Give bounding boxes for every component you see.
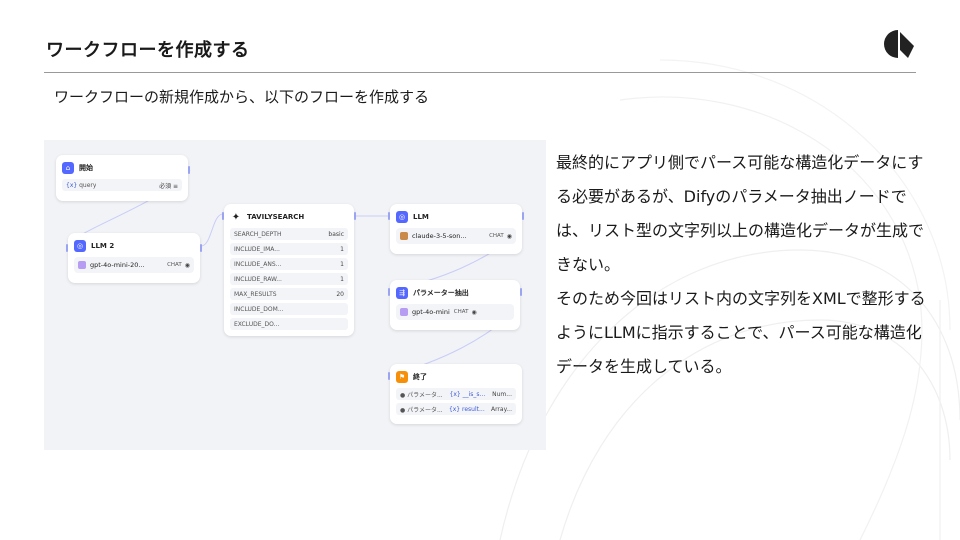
tavily-param-row: INCLUDE_IMA... 1 bbox=[230, 243, 348, 255]
tavily-input-handle[interactable] bbox=[222, 212, 224, 220]
slide-title: ワークフローを作成する bbox=[46, 40, 250, 61]
tavily-param-row: SEARCH_DEPTH basic bbox=[230, 228, 348, 240]
start-variable-name: query bbox=[79, 181, 97, 189]
tavily-param-row: INCLUDE_ANS... 1 bbox=[230, 258, 348, 270]
tavily-param-row: INCLUDE_DOM... bbox=[230, 303, 348, 315]
end-node[interactable]: ⚑ 終了 ● パラメータ... {x} __is_s... Num... ● パ… bbox=[390, 364, 522, 424]
end-output-row: ● パラメータ... {x} result... Array... bbox=[396, 403, 516, 415]
llm2-node[interactable]: ◎ LLM 2 gpt-4o-mini-20... CHAT ◉ bbox=[68, 233, 200, 283]
param-extract-model-selector[interactable]: gpt-4o-mini CHAT ◉ bbox=[396, 304, 514, 320]
param-extract-input-handle[interactable] bbox=[388, 288, 390, 296]
end-output-row: ● パラメータ... {x} __is_s... Num... bbox=[396, 388, 516, 400]
start-node-title: 開始 bbox=[79, 164, 93, 172]
llm-icon: ◎ bbox=[74, 240, 86, 252]
end-input-handle[interactable] bbox=[388, 372, 390, 380]
llm-input-handle[interactable] bbox=[388, 212, 390, 220]
llm2-model-name: gpt-4o-mini-20... bbox=[90, 261, 145, 269]
eye-icon: ◉ bbox=[506, 232, 512, 240]
llm-model-name: claude-3-5-son... bbox=[412, 232, 467, 240]
workflow-canvas[interactable]: ⌂ 開始 {x} query 必須 ≡ ◎ LLM 2 gpt-4o-mini-… bbox=[44, 140, 546, 450]
llm2-input-handle[interactable] bbox=[66, 244, 68, 252]
tavily-param-row: MAX_RESULTS 20 bbox=[230, 288, 348, 300]
openai-model-icon bbox=[78, 261, 86, 269]
end-node-title: 終了 bbox=[413, 373, 427, 381]
eye-icon: ◉ bbox=[184, 261, 190, 269]
llm2-model-selector[interactable]: gpt-4o-mini-20... CHAT ◉ bbox=[74, 257, 194, 273]
description-paragraph-2: そのため今回はリスト内の文字列をXMLで整形するようにLLMに指示することで、パ… bbox=[556, 289, 926, 376]
tavily-node-title: TAVILYSEARCH bbox=[247, 213, 305, 221]
start-node[interactable]: ⌂ 開始 {x} query 必須 ≡ bbox=[56, 155, 188, 201]
start-variable-row: {x} query 必須 ≡ bbox=[62, 179, 182, 191]
anthropic-model-icon bbox=[400, 232, 408, 240]
start-node-output-handle[interactable] bbox=[188, 166, 190, 174]
sparkle-icon: ✦ bbox=[230, 211, 242, 223]
tavily-search-node[interactable]: ✦ TAVILYSEARCH SEARCH_DEPTH basic INCLUDE… bbox=[224, 204, 354, 336]
llm-output-handle[interactable] bbox=[522, 212, 524, 220]
title-divider bbox=[44, 72, 916, 73]
edge-llm2-tavily bbox=[200, 213, 224, 247]
tavily-param-row: INCLUDE_RAW... 1 bbox=[230, 273, 348, 285]
eye-icon: ◉ bbox=[471, 308, 477, 316]
param-extract-mode-tag: CHAT bbox=[453, 309, 469, 315]
extract-icon: ⇶ bbox=[396, 287, 408, 299]
description-paragraph-1: 最終的にアプリ側でパース可能な構造化データにする必要があるが、Difyのパラメー… bbox=[556, 153, 925, 274]
llm-model-selector[interactable]: claude-3-5-son... CHAT ◉ bbox=[396, 228, 516, 244]
llm2-mode-tag: CHAT bbox=[167, 262, 182, 268]
openai-model-icon bbox=[400, 308, 408, 316]
llm-node[interactable]: ◎ LLM claude-3-5-son... CHAT ◉ bbox=[390, 204, 522, 254]
home-icon: ⌂ bbox=[62, 162, 74, 174]
tavily-param-row: EXCLUDE_DO... bbox=[230, 318, 348, 330]
parameter-extractor-node[interactable]: ⇶ パラメーター抽出 gpt-4o-mini CHAT ◉ bbox=[390, 280, 520, 330]
llm2-output-handle[interactable] bbox=[200, 244, 202, 252]
llm-icon: ◎ bbox=[396, 211, 408, 223]
slide-subtitle: ワークフローの新規作成から、以下のフローを作成する bbox=[54, 88, 430, 106]
llm-mode-tag: CHAT bbox=[489, 233, 504, 239]
llm2-node-title: LLM 2 bbox=[91, 242, 115, 250]
llm-node-title: LLM bbox=[413, 213, 429, 221]
param-extract-model-name: gpt-4o-mini bbox=[412, 308, 450, 316]
brand-logo-icon bbox=[884, 30, 914, 58]
tavily-output-handle[interactable] bbox=[354, 212, 356, 220]
param-extract-node-title: パラメーター抽出 bbox=[413, 289, 469, 297]
variable-icon: {x} bbox=[66, 181, 78, 189]
flag-icon: ⚑ bbox=[396, 371, 408, 383]
start-variable-required: 必須 ≡ bbox=[159, 182, 178, 190]
param-extract-output-handle[interactable] bbox=[520, 288, 522, 296]
description-text: 最終的にアプリ側でパース可能な構造化データにする必要があるが、Difyのパラメー… bbox=[556, 146, 936, 384]
